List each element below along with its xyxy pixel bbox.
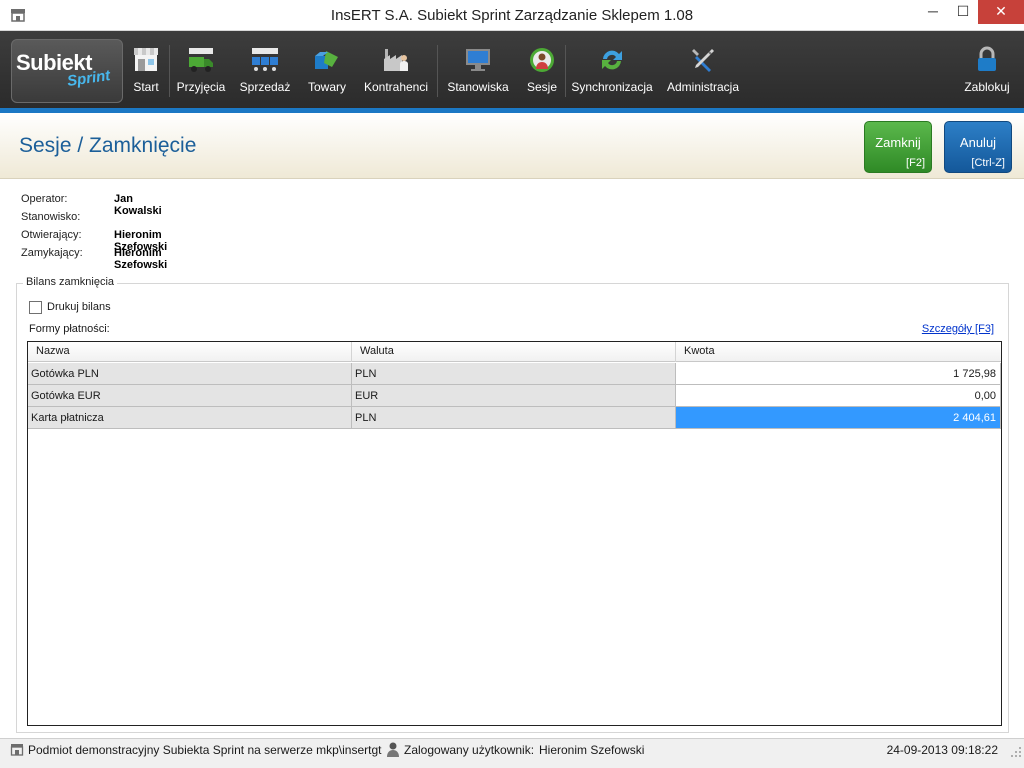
toolbar-start-label: Start [133, 80, 159, 94]
closing-label: Zamykający: [21, 247, 83, 259]
toolbar-kontrahenci-label: Kontrahenci [363, 80, 429, 94]
toolbar-stanowiska-label: Stanowiska [447, 80, 509, 94]
toolbar-separator [437, 45, 438, 97]
toolbar-przyjecia-label: Przyjęcia [176, 80, 226, 94]
toolbar-synchronizacja[interactable]: Synchronizacja [570, 31, 654, 108]
shop-icon [134, 48, 158, 71]
status-datetime: 24-09-2013 09:18:22 [886, 743, 998, 757]
resize-grip-icon[interactable] [1010, 746, 1022, 758]
cell-currency: PLN [352, 363, 676, 385]
toolbar-przyjecia[interactable]: Przyjęcia [174, 31, 228, 108]
table-row[interactable]: Karta płatnicza PLN 2 404,61 [28, 407, 1001, 429]
toolbar-sprzedaz-label: Sprzedaż [239, 80, 291, 94]
cell-name: Gotówka PLN [28, 363, 352, 385]
cell-amount[interactable]: 0,00 [676, 385, 1001, 407]
cell-name: Gotówka EUR [28, 385, 352, 407]
toolbar-towary-label: Towary [307, 80, 346, 94]
toolbar-kontrahenci[interactable]: Kontrahenci [362, 31, 430, 108]
station-label: Stanowisko: [21, 211, 81, 223]
toolbar-administracja-label: Administracja [666, 80, 740, 94]
operator-label: Operator: [21, 193, 68, 205]
cell-name: Karta płatnicza [28, 407, 352, 429]
column-header-nazwa[interactable]: Nazwa [28, 342, 352, 362]
cell-currency: EUR [352, 385, 676, 407]
lock-icon [978, 46, 996, 71]
maximize-button[interactable]: ☐ [948, 0, 978, 24]
toolbar-separator [565, 45, 566, 97]
toolbar-stanowiska[interactable]: Stanowiska [443, 31, 513, 108]
truck-icon [189, 48, 213, 72]
title-bar: InsERT S.A. Subiekt Sprint Zarządzanie S… [0, 0, 1024, 31]
factory-icon [384, 49, 408, 71]
zamknij-button[interactable]: Zamknij [F2] [864, 121, 932, 173]
toolbar-sprzedaz[interactable]: Sprzedaż [238, 31, 292, 108]
balance-legend: Bilans zamknięcia [23, 276, 118, 288]
details-link[interactable]: Szczegóły [F3] [922, 323, 994, 335]
page-header: Sesje / Zamknięcie Zamknij [F2] Anuluj [… [0, 113, 1024, 179]
toolbar-start[interactable]: Start [126, 31, 166, 108]
payment-forms-label: Formy płatności: [29, 323, 110, 335]
main-toolbar: Subiekt Sprint Start Przyjęcia Sprzedaż … [0, 31, 1024, 108]
table-row[interactable]: Gotówka EUR EUR 0,00 [28, 385, 1001, 407]
toolbar-separator [169, 45, 170, 97]
carts-icon [252, 48, 278, 71]
print-balance-checkbox[interactable] [29, 301, 42, 314]
window-title: InsERT S.A. Subiekt Sprint Zarządzanie S… [330, 7, 694, 24]
app-logo[interactable]: Subiekt Sprint [11, 39, 123, 103]
payment-forms-grid: Nazwa Waluta Kwota Gotówka PLN PLN 1 725… [27, 341, 1002, 726]
cell-amount-selected[interactable]: 2 404,61 [676, 407, 1001, 429]
print-balance-label[interactable]: Drukuj bilans [47, 301, 111, 313]
logged-user-value: Hieronim Szefowski [539, 743, 645, 757]
minimize-button[interactable]: ─ [918, 0, 948, 24]
cell-amount[interactable]: 1 725,98 [676, 363, 1001, 385]
page-title: Sesje / Zamknięcie [19, 134, 197, 157]
tools-icon [692, 49, 714, 72]
cell-currency: PLN [352, 407, 676, 429]
toolbar-sesje[interactable]: Sesje [522, 31, 562, 108]
boxes-icon [315, 51, 338, 69]
toolbar-zablokuj[interactable]: Zablokuj [958, 31, 1016, 108]
anuluj-button[interactable]: Anuluj [Ctrl-Z] [944, 121, 1012, 173]
opening-label: Otwierający: [21, 229, 82, 241]
zamknij-button-label: Zamknij [875, 135, 921, 150]
column-header-waluta[interactable]: Waluta [352, 342, 676, 362]
anuluj-button-label: Anuluj [959, 135, 997, 150]
user-icon [387, 742, 399, 757]
balance-groupbox: Bilans zamknięcia Drukuj bilans Formy pł… [16, 276, 1009, 733]
close-window-button[interactable]: ✕ [978, 0, 1024, 24]
column-header-kwota[interactable]: Kwota [676, 342, 1001, 362]
logged-user-label: Zalogowany użytkownik: [404, 743, 535, 757]
toolbar-towary[interactable]: Towary [302, 31, 352, 108]
shop-icon [10, 744, 24, 756]
anuluj-button-shortcut: [Ctrl-Z] [971, 157, 1005, 169]
toolbar-zablokuj-label: Zablokuj [964, 80, 1010, 94]
monitor-icon [466, 49, 490, 71]
status-bar: Podmiot demonstracyjny Subiekta Sprint n… [0, 738, 1024, 768]
grid-header: Nazwa Waluta Kwota [28, 342, 1001, 362]
company-status: Podmiot demonstracyjny Subiekta Sprint n… [28, 743, 382, 757]
sync-icon [602, 50, 622, 70]
closing-value: Hieronim Szefowski [114, 247, 168, 271]
person-clock-icon [530, 48, 554, 72]
toolbar-sesje-label: Sesje [526, 80, 558, 94]
operator-value: Jan Kowalski [114, 193, 162, 217]
table-row[interactable]: Gotówka PLN PLN 1 725,98 [28, 363, 1001, 385]
toolbar-synchronizacja-label: Synchronizacja [571, 80, 653, 94]
zamknij-button-shortcut: [F2] [906, 157, 925, 169]
toolbar-administracja[interactable]: Administracja [664, 31, 742, 108]
